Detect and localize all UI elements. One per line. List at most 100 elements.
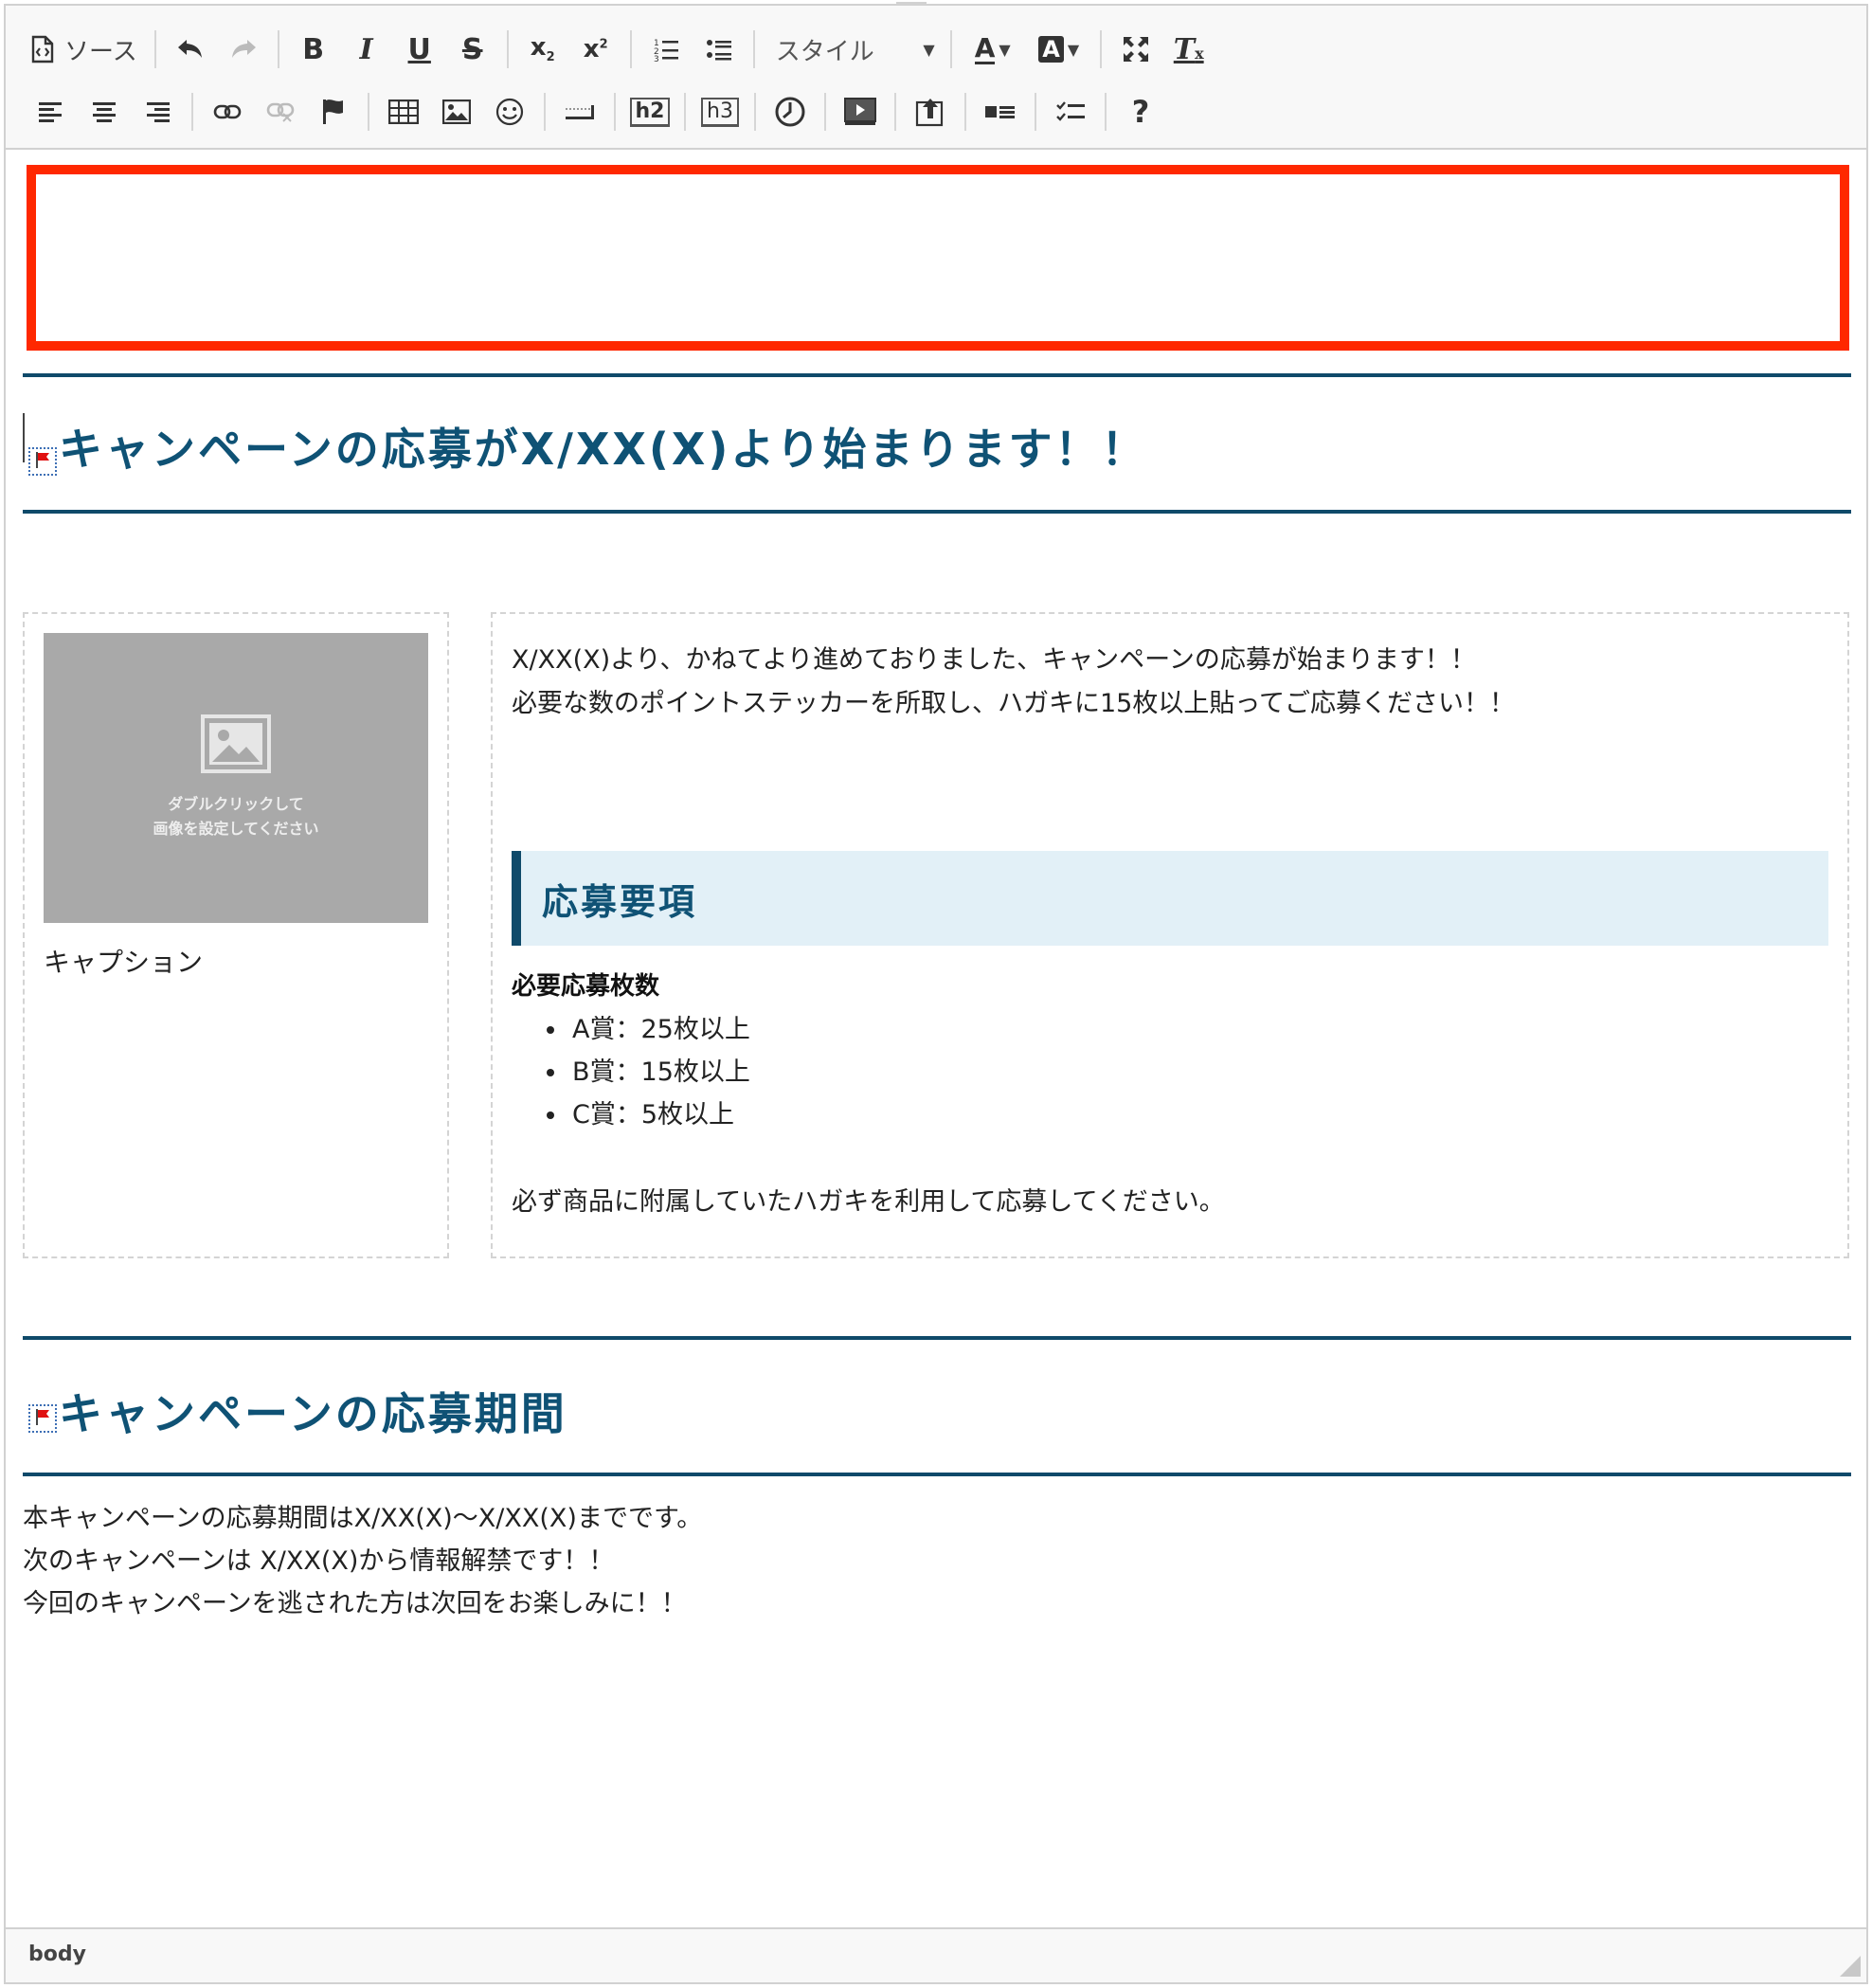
toolbar-separator <box>1105 93 1107 131</box>
strikethrough-button[interactable]: S <box>446 23 499 76</box>
undo-icon <box>175 36 206 63</box>
subscript-button[interactable]: x2 <box>516 23 569 76</box>
chevron-down-icon: ▼ <box>923 40 935 59</box>
link-button[interactable] <box>201 85 254 138</box>
unlink-button[interactable] <box>254 85 307 138</box>
rich-text-editor: ソース B I U S x2 x2 1 2 3 スタイル ▼ A ▼ A ▼ T… <box>4 2 1868 1984</box>
bulleted-list-button[interactable] <box>693 23 746 76</box>
image-placeholder-icon <box>201 714 271 777</box>
smiley-button[interactable] <box>483 85 536 138</box>
align-left-icon <box>39 100 63 123</box>
italic-button[interactable]: I <box>340 23 393 76</box>
anchor-flag-icon <box>321 98 346 126</box>
image-placeholder-text: ダブルクリックして 画像を設定してください <box>153 792 318 841</box>
table-icon <box>388 99 419 124</box>
toolbar-separator <box>949 30 952 68</box>
text-color-button[interactable]: A ▼ <box>960 23 1026 76</box>
image-column: ダブルクリックして 画像を設定してください キャプション <box>23 612 449 1258</box>
campaign-period-heading: キャンペーンの応募期間 <box>59 1388 567 1439</box>
clock-button[interactable] <box>764 85 817 138</box>
editor-content[interactable]: キャンペーンの応募がX/XX(X)より始まります！！ ダブルクリックして 画像を… <box>6 152 1866 1929</box>
redo-icon <box>228 36 259 63</box>
superscript-icon: x2 <box>583 35 608 63</box>
undo-button[interactable] <box>164 23 217 76</box>
image-placeholder-line2: 画像を設定してください <box>153 820 319 838</box>
heading-top-rule <box>23 373 1851 377</box>
h3-button[interactable]: h3 <box>693 85 747 138</box>
numbered-list-icon: 123 <box>653 36 679 63</box>
superscript-button[interactable]: x2 <box>569 23 622 76</box>
toolbar-separator <box>544 93 546 131</box>
italic-icon: I <box>359 32 373 66</box>
numbered-list-button[interactable]: 123 <box>639 23 693 76</box>
maximize-button[interactable] <box>1109 23 1162 76</box>
subscript-icon: x2 <box>530 33 555 65</box>
heading-top-rule <box>23 1336 1851 1340</box>
prize-list: A賞：25枚以上 B賞：15枚以上 C賞：5枚以上 <box>512 1008 750 1136</box>
anchor-marker[interactable] <box>28 447 57 476</box>
background-color-button[interactable]: A ▼ <box>1026 23 1092 76</box>
postcard-note: 必ず商品に附属していたハガキを利用して応募してください。 <box>512 1187 1225 1217</box>
toolbar-row-1: ソース B I U S x2 x2 1 2 3 スタイル ▼ A ▼ A ▼ T… <box>25 23 1215 76</box>
period-line-2: 次のキャンペーンは X/XX(X)から情報解禁です！！ <box>23 1546 615 1576</box>
toolbar-separator <box>1035 93 1036 131</box>
period-line-1: 本キャンペーンの応募期間はX/XX(X)〜X/XX(X)までです。 <box>23 1504 703 1533</box>
image-placeholder[interactable]: ダブルクリックして 画像を設定してください <box>44 633 428 923</box>
period-line-3: 今回のキャンペーンを逃された方は次回をお楽しみに！！ <box>23 1589 687 1618</box>
checklist-button[interactable] <box>1044 85 1097 138</box>
required-count-title: 必要応募枚数 <box>512 972 660 1001</box>
toolbar-separator <box>824 93 826 131</box>
table-button[interactable] <box>377 85 430 138</box>
toolbar-separator <box>684 93 686 131</box>
help-button[interactable]: ? <box>1114 85 1167 138</box>
image-placeholder-line1: ダブルクリックして <box>168 795 304 813</box>
h2-button[interactable]: h2 <box>623 85 676 138</box>
video-icon <box>844 98 876 126</box>
period-paragraph: 本キャンペーンの応募期間はX/XX(X)〜X/XX(X)までです。 次のキャンペ… <box>23 1497 702 1625</box>
bold-button[interactable]: B <box>287 23 340 76</box>
editor-toolbar: ソース B I U S x2 x2 1 2 3 スタイル ▼ A ▼ A ▼ T… <box>6 6 1866 150</box>
source-button[interactable]: ソース <box>25 23 147 76</box>
align-center-button[interactable] <box>78 85 131 138</box>
anchor-button[interactable] <box>307 85 360 138</box>
toolbar-separator <box>1099 30 1102 68</box>
chevron-down-icon: ▼ <box>1067 40 1080 59</box>
style-dropdown[interactable]: スタイル ▼ <box>763 23 943 76</box>
text-cursor <box>23 413 25 462</box>
h3-icon: h3 <box>701 97 739 127</box>
redo-button[interactable] <box>217 23 270 76</box>
underline-button[interactable]: U <box>393 23 446 76</box>
intro-line-1: X/XX(X)より、かねてより進めておりました、キャンペーンの応募が始まります！… <box>512 645 1476 675</box>
strikethrough-icon: S <box>461 32 483 66</box>
list-item: B賞：15枚以上 <box>568 1051 750 1093</box>
anchor-marker[interactable] <box>28 1404 57 1433</box>
toolbar-row-2: h2 h3 ? <box>25 85 1167 138</box>
campaign-start-heading: キャンペーンの応募がX/XX(X)より始まります！！ <box>59 424 1148 475</box>
resize-handle-icon[interactable] <box>1840 1956 1861 1977</box>
toolbar-separator <box>506 30 509 68</box>
link-icon <box>213 102 242 121</box>
block-list-icon <box>984 100 1017 123</box>
block-list-button[interactable] <box>974 85 1027 138</box>
align-right-icon <box>145 100 170 123</box>
upload-button[interactable] <box>904 85 957 138</box>
horizontal-rule-button[interactable] <box>553 85 606 138</box>
toolbar-separator <box>153 30 156 68</box>
remove-format-button[interactable]: Tx <box>1162 23 1215 76</box>
image-button[interactable] <box>430 85 483 138</box>
align-left-button[interactable] <box>25 85 78 138</box>
svg-text:3: 3 <box>654 55 659 63</box>
list-item: C賞：5枚以上 <box>568 1093 750 1136</box>
element-path-body[interactable]: body <box>28 1943 86 1966</box>
toolbar-separator <box>191 93 193 131</box>
align-right-button[interactable] <box>131 85 184 138</box>
toolbar-separator <box>752 30 755 68</box>
toolbar-separator <box>894 93 896 131</box>
toolbar-separator <box>614 93 616 131</box>
video-button[interactable] <box>834 85 887 138</box>
list-item: A賞：25枚以上 <box>568 1008 750 1051</box>
highlight-box <box>27 165 1849 351</box>
heading-bottom-rule <box>23 510 1851 514</box>
unlink-icon <box>266 100 295 123</box>
underline-icon: U <box>407 32 431 66</box>
